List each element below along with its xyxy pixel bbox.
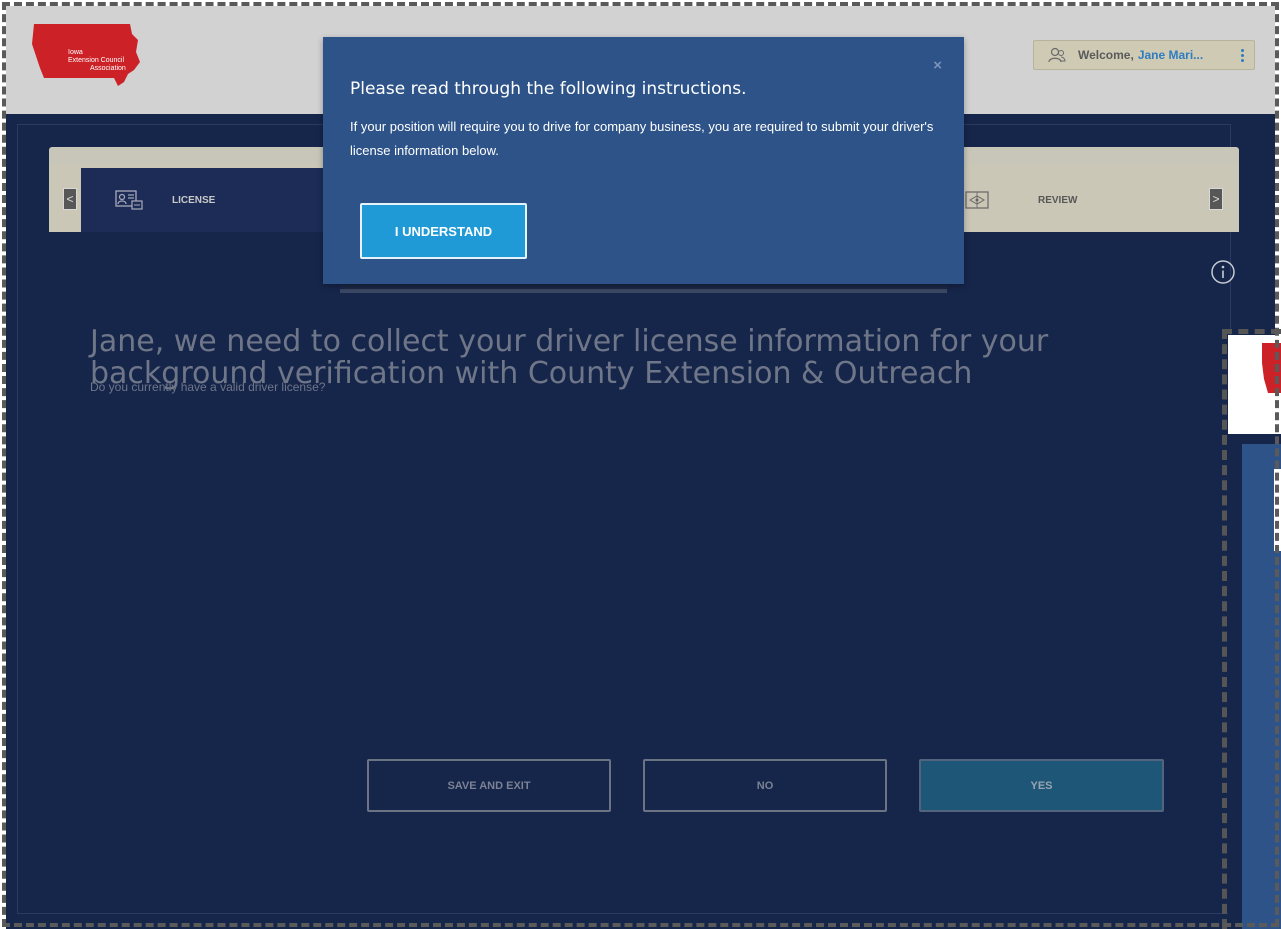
review-icon [965, 191, 989, 209]
i-understand-label: I UNDERSTAND [394, 223, 493, 239]
welcome-menu[interactable]: Welcome, Jane Mari... [1033, 40, 1255, 70]
welcome-user-name[interactable]: Jane Mari... [1138, 48, 1203, 62]
no-label: NO [756, 779, 774, 792]
step-license[interactable]: LICENSE [81, 168, 339, 232]
logo-line-3: Association [90, 65, 126, 72]
license-card-icon [115, 190, 143, 210]
overlapping-screenshot [1222, 329, 1281, 929]
instructions-modal: × Please read through the following inst… [323, 37, 964, 284]
step-review-label: REVIEW [1038, 194, 1078, 206]
overlap-dashed-border [1222, 329, 1281, 929]
kebab-menu-icon[interactable] [1241, 48, 1244, 62]
user-icon [1048, 47, 1066, 63]
prev-arrow-label: < [66, 192, 74, 206]
step-license-label: LICENSE [172, 194, 216, 206]
save-and-exit-label: SAVE AND EXIT [447, 779, 531, 792]
chevron-left-icon[interactable]: < [63, 188, 77, 210]
i-understand-button[interactable]: I UNDERSTAND [360, 203, 527, 259]
logo-line-1: Iowa [68, 49, 83, 56]
logo-text: Iowa Extension Council Association [68, 49, 126, 73]
save-and-exit-button[interactable]: SAVE AND EXIT [367, 759, 611, 812]
chevron-right-icon[interactable]: > [1209, 188, 1223, 210]
next-arrow-label: > [1212, 192, 1220, 206]
modal-title: Please read through the following instru… [350, 79, 747, 99]
yes-button[interactable]: YES [919, 759, 1164, 812]
close-icon[interactable]: × [933, 57, 942, 74]
no-button[interactable]: NO [643, 759, 887, 812]
welcome-prefix: Welcome, [1078, 48, 1134, 62]
app-frame: Iowa Extension Council Association Welco… [0, 0, 1281, 929]
info-icon[interactable] [1210, 259, 1236, 285]
step-review[interactable]: REVIEW [950, 168, 1206, 232]
license-question: Do you currently have a valid driver lic… [90, 380, 326, 394]
iowa-logo: Iowa Extension Council Association [30, 22, 142, 88]
logo-line-2: Extension Council [68, 57, 125, 64]
yes-label: YES [1030, 779, 1053, 792]
modal-body: If your position will require you to dri… [350, 119, 934, 158]
